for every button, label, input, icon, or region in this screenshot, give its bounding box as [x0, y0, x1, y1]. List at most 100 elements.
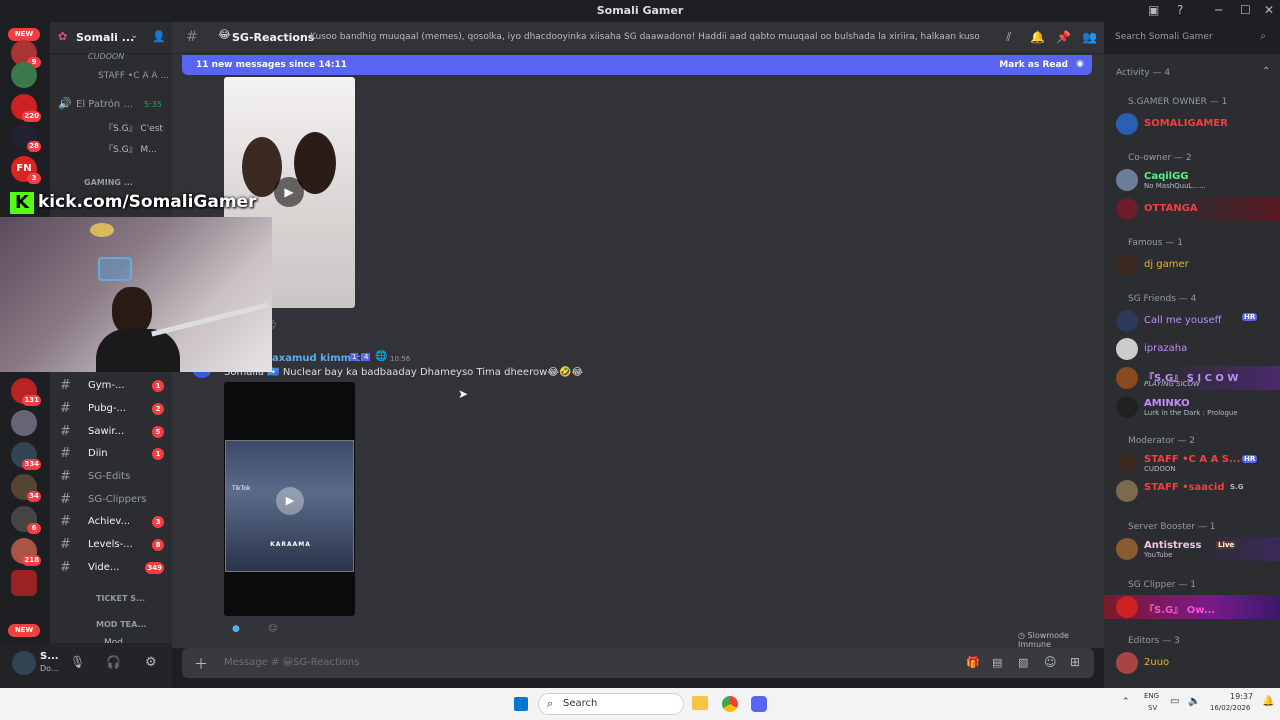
network-icon[interactable]: ▭ — [1170, 696, 1179, 707]
search-input[interactable]: Search Somali Gamer ⌕ — [1110, 28, 1272, 48]
member-item[interactable]: CaqilGG No MashQuuL...... — [1104, 168, 1280, 192]
channel-item[interactable]: # SG-Clippers — [50, 490, 172, 510]
author-tag: 1 — [350, 353, 359, 361]
new-badge: NEW — [8, 624, 40, 637]
message-composer[interactable]: ＋ Message # 😀SG-Reactions 🎁 ▤ ▧ ☺ ⊞ — [182, 648, 1094, 678]
member-item[interactable]: dj gamer — [1104, 253, 1280, 277]
server-header[interactable]: ✿ Somali ... ⌄ 👤 — [50, 22, 172, 54]
hash-icon: # — [186, 29, 198, 45]
bell-icon[interactable]: 🔔 — [1030, 30, 1045, 44]
hash-icon: # — [60, 537, 71, 552]
server-icon[interactable]: 28 — [11, 124, 41, 152]
play-icon[interactable]: ▶ — [274, 177, 304, 207]
flag-image — [98, 257, 132, 281]
channel-item[interactable]: # Levels-... 8 — [50, 535, 172, 555]
chevron-up-icon[interactable]: ⌃ — [1262, 66, 1270, 77]
category-ticket[interactable]: TICKET S... — [96, 594, 145, 603]
gift-icon[interactable]: 🎁 — [966, 656, 980, 669]
member-item[interactable]: AMINKO Lurk in the Dark : Prologue — [1104, 395, 1280, 419]
inbox-icon[interactable]: ▣ — [1148, 3, 1159, 17]
close-button[interactable]: ✕ — [1264, 3, 1274, 17]
taskbar-search[interactable]: ⌕ Search — [538, 693, 684, 715]
message-input[interactable]: Message # 😀SG-Reactions — [224, 657, 359, 668]
emoji-icon[interactable]: ☺ — [1044, 655, 1057, 669]
discord-icon[interactable] — [751, 696, 767, 712]
category-gaming[interactable]: GAMING ... — [84, 178, 133, 187]
apps-icon[interactable]: ⊞ — [1070, 655, 1080, 669]
channel-item[interactable]: # Sawir... 5 — [50, 422, 172, 442]
sticker-icon[interactable]: ▧ — [1018, 656, 1028, 669]
gear-icon[interactable]: ⚙ — [145, 655, 157, 670]
voice-user[interactable]: CUDOON — [88, 52, 124, 61]
channel-item[interactable]: # Pubg-... 2 — [50, 399, 172, 419]
voice-user[interactable]: 『S.G』 C'est — [104, 121, 163, 134]
voice-user[interactable]: STAFF •C A A ... — [98, 71, 169, 81]
member-item[interactable]: SOMALIGAMER — [1104, 112, 1280, 136]
clock-time[interactable]: 19:37 — [1230, 692, 1253, 701]
voice-channel-name[interactable]: El Patrón ... — [76, 99, 133, 110]
search-icon: ⌕ — [547, 697, 554, 710]
minimize-button[interactable]: ─ — [1215, 3, 1222, 17]
language-indicator-2[interactable]: SV — [1148, 704, 1157, 712]
member-item[interactable]: iprazaha — [1104, 337, 1280, 361]
pin-icon[interactable]: 📌 — [1056, 30, 1071, 44]
activity-header[interactable]: Activity — 4 — [1116, 68, 1170, 78]
server-icon[interactable]: FN 3 — [11, 156, 41, 184]
taskbar-search-label: Search — [563, 698, 598, 709]
video-attachment[interactable]: TikTok ▶ KARAAMA — [224, 382, 355, 616]
category-mod[interactable]: MOD TEA... — [96, 620, 147, 629]
new-messages-bar[interactable]: 11 new messages since 14:11 Mark as Read… — [182, 55, 1092, 75]
channel-item[interactable]: # Gym-... 1 — [50, 376, 172, 396]
member-item[interactable]: STAFF •C A A S... CUDOON HR — [1104, 451, 1280, 475]
mark-as-read-button[interactable]: Mark as Read — [999, 60, 1068, 70]
voice-user[interactable]: 『S.G』 M... — [104, 142, 157, 155]
add-attachment-icon[interactable]: ＋ — [194, 654, 208, 674]
maximize-button[interactable]: ☐ — [1240, 3, 1251, 17]
chrome-icon[interactable] — [722, 696, 738, 712]
volume-icon[interactable]: 🔈 — [1188, 696, 1200, 707]
avatar[interactable] — [12, 651, 36, 675]
avatar — [1116, 452, 1138, 474]
microphone-icon[interactable]: 🎙 — [70, 655, 85, 669]
clock-date[interactable]: 16/02/2026 — [1210, 704, 1250, 712]
channel-topic[interactable]: Kusoo bandhig muuqaal (memes), qosolka, … — [310, 32, 980, 42]
channel-item[interactable]: # Vide... 349 — [50, 558, 172, 578]
add-member-icon[interactable]: 👤 — [152, 30, 166, 43]
member-item[interactable]: 『S.G』 Ow... — [1104, 595, 1280, 619]
headphones-icon[interactable]: 🎧 — [106, 655, 121, 669]
server-icon[interactable]: 220 — [11, 94, 41, 122]
channel-item[interactable]: # SG-Edits — [50, 467, 172, 487]
reaction-icon[interactable]: ● — [232, 624, 240, 634]
member-item[interactable]: OTTANGA — [1104, 197, 1280, 221]
member-item[interactable]: Antistress YouTube Live — [1104, 537, 1280, 561]
server-icon[interactable] — [11, 570, 37, 596]
member-item[interactable]: Call me youseff HR — [1104, 309, 1280, 333]
threads-icon[interactable]: ⫽ — [1006, 30, 1011, 45]
member-item[interactable]: 2uuo — [1104, 651, 1280, 675]
folder-icon[interactable] — [692, 696, 708, 710]
server-icon[interactable]: 218 — [11, 538, 41, 566]
laugh-emoji: 😂 — [218, 28, 231, 41]
channel-item[interactable]: # Diin 1 — [50, 444, 172, 464]
language-indicator[interactable]: ENG — [1144, 692, 1159, 700]
server-icon[interactable] — [11, 410, 37, 436]
member-item[interactable]: 『S.G』 S I C O W PLAYING SICOW — [1104, 366, 1280, 390]
channel-item[interactable]: # Achiev... 3 — [50, 512, 172, 532]
message-time: 10:56 — [390, 355, 411, 363]
server-icon[interactable]: 6 — [11, 506, 41, 534]
server-icon[interactable]: 131 — [11, 378, 41, 406]
members-icon[interactable]: 👥 — [1082, 30, 1097, 44]
start-icon[interactable] — [514, 697, 528, 711]
play-icon[interactable]: ▶ — [276, 487, 304, 515]
reaction-icon[interactable]: ☺ — [268, 624, 277, 634]
notification-icon[interactable]: 🔔 — [1262, 696, 1274, 707]
gif-icon[interactable]: ▤ — [992, 656, 1002, 669]
chevron-up-icon[interactable]: ⌃ — [1122, 697, 1130, 707]
server-icon[interactable] — [11, 62, 37, 88]
member-item[interactable]: STAFF •saacid S.G — [1104, 479, 1280, 503]
server-icon[interactable]: 34 — [11, 474, 41, 502]
server-icon[interactable]: 334 — [11, 442, 41, 470]
chevron-down-icon[interactable]: ⌄ — [130, 30, 138, 41]
help-icon[interactable]: ? — [1177, 3, 1183, 17]
role-header: Famous — 1 — [1128, 238, 1183, 248]
